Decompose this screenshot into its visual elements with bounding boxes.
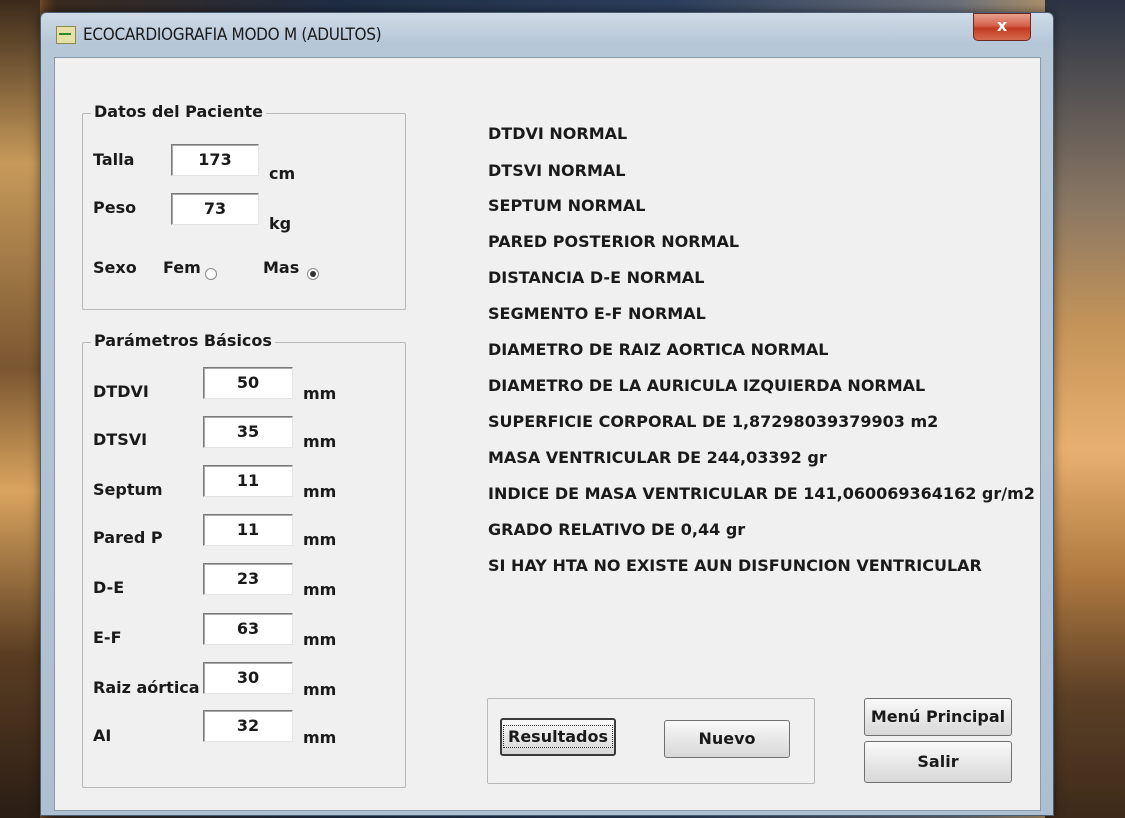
param-unit-d-e: mm xyxy=(303,580,337,599)
main-menu-button[interactable]: Menú Principal xyxy=(864,698,1012,736)
app-window: ECOCARDIOGRAFIA MODO M (ADULTOS) x Datos… xyxy=(40,12,1054,816)
param-unit-dtdvi: mm xyxy=(303,384,337,403)
results-button-label: Resultados xyxy=(503,725,613,748)
weight-label: Peso xyxy=(93,198,137,217)
param-unit-ai: mm xyxy=(303,728,337,747)
result-line: SUPERFICIE CORPORAL DE 1,87298039379903 … xyxy=(488,412,939,431)
height-unit: cm xyxy=(269,164,296,183)
app-chart-icon xyxy=(56,26,76,44)
sex-label: Sexo xyxy=(93,258,137,277)
param-input-d-e[interactable]: 23 xyxy=(203,563,293,595)
param-input-e-f[interactable]: 63 xyxy=(203,613,293,645)
param-unit-e-f: mm xyxy=(303,630,337,649)
desktop-background-left xyxy=(0,0,40,818)
result-line: INDICE DE MASA VENTRICULAR DE 141,060069… xyxy=(488,484,1035,503)
param-label-e-f: E-F xyxy=(93,628,122,647)
title-bar[interactable]: ECOCARDIOGRAFIA MODO M (ADULTOS) x xyxy=(41,13,1053,57)
result-line: DTSVI NORMAL xyxy=(488,161,626,180)
param-label-d-e: D-E xyxy=(93,578,125,597)
result-line: DTDVI NORMAL xyxy=(488,124,628,143)
result-line: DISTANCIA D-E NORMAL xyxy=(488,268,705,287)
param-input-dtsvi[interactable]: 35 xyxy=(203,416,293,448)
param-label-pared-p: Pared P xyxy=(93,528,163,547)
param-label-ai: AI xyxy=(93,726,112,745)
result-line: GRADO RELATIVO DE 0,44 gr xyxy=(488,520,746,539)
param-input-pared-p[interactable]: 11 xyxy=(203,514,293,546)
sex-fem-radio[interactable] xyxy=(205,268,217,280)
sex-mas-label: Mas xyxy=(263,258,300,277)
param-input-septum[interactable]: 11 xyxy=(203,465,293,497)
param-unit-septum: mm xyxy=(303,482,337,501)
param-unit-raiz-aortica: mm xyxy=(303,680,337,699)
param-label-raiz-aortica: Raiz aórtica xyxy=(93,678,200,697)
param-input-dtdvi[interactable]: 50 xyxy=(203,367,293,399)
results-button[interactable]: Resultados xyxy=(500,718,616,756)
result-line: SEGMENTO E-F NORMAL xyxy=(488,304,706,323)
sex-fem-label: Fem xyxy=(163,258,201,277)
result-line: SI HAY HTA NO EXISTE AUN DISFUNCION VENT… xyxy=(488,556,982,575)
patient-group-title: Datos del Paciente xyxy=(91,102,266,121)
height-input[interactable]: 173 xyxy=(171,144,259,176)
param-unit-dtsvi: mm xyxy=(303,432,337,451)
weight-unit: kg xyxy=(269,214,292,233)
new-button[interactable]: Nuevo xyxy=(664,720,790,758)
result-line: SEPTUM NORMAL xyxy=(488,196,646,215)
param-label-dtsvi: DTSVI xyxy=(93,430,148,449)
param-label-septum: Septum xyxy=(93,480,163,499)
client-area: Datos del Paciente Talla 173 cm Peso 73 … xyxy=(54,57,1041,811)
window-title: ECOCARDIOGRAFIA MODO M (ADULTOS) xyxy=(83,25,382,45)
result-line: MASA VENTRICULAR DE 244,03392 gr xyxy=(488,448,827,467)
param-input-ai[interactable]: 32 xyxy=(203,710,293,742)
params-group-title: Parámetros Básicos xyxy=(91,331,275,350)
close-button[interactable]: x xyxy=(973,13,1031,41)
result-line: DIAMETRO DE RAIZ AORTICA NORMAL xyxy=(488,340,829,359)
height-label: Talla xyxy=(93,150,135,169)
weight-input[interactable]: 73 xyxy=(171,193,259,225)
desktop-background-right xyxy=(1045,0,1125,818)
result-line: PARED POSTERIOR NORMAL xyxy=(488,232,740,251)
param-unit-pared-p: mm xyxy=(303,530,337,549)
param-input-raiz-aortica[interactable]: 30 xyxy=(203,662,293,694)
param-label-dtdvi: DTDVI xyxy=(93,382,149,401)
result-line: DIAMETRO DE LA AURICULA IZQUIERDA NORMAL xyxy=(488,376,926,395)
exit-button[interactable]: Salir xyxy=(864,741,1012,783)
sex-mas-radio[interactable] xyxy=(307,268,319,280)
